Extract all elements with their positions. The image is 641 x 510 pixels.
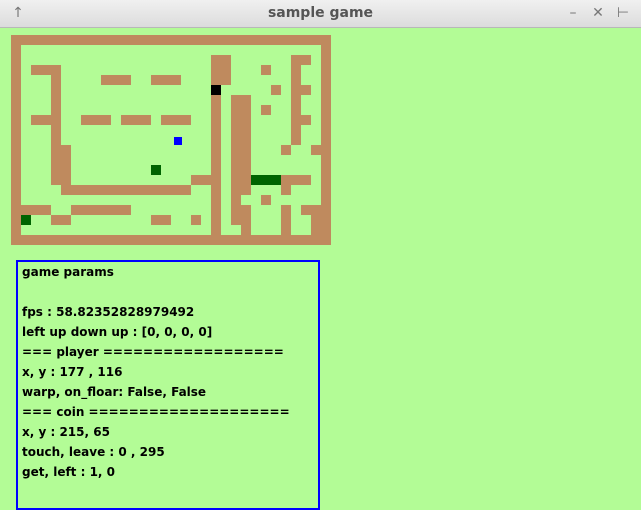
coin-section-header: === coin ==================== <box>22 405 290 419</box>
maze-wall <box>71 205 131 215</box>
maze-wall <box>291 55 301 145</box>
maze-wall <box>241 95 251 195</box>
maze-wall <box>281 205 291 235</box>
maze-wall <box>321 35 331 245</box>
maze-wall <box>281 175 291 195</box>
maze-wall <box>241 205 251 235</box>
maze-wall <box>191 215 201 225</box>
maximize-icon[interactable]: ⊢ <box>613 3 633 23</box>
player-position-readout: x, y : 177 , 116 <box>22 365 123 379</box>
game-params-panel: game params fps : 58.82352828979492 left… <box>16 260 320 510</box>
game-board[interactable] <box>11 35 332 245</box>
close-icon[interactable]: ✕ <box>588 3 608 23</box>
maze-wall <box>221 55 231 85</box>
touch-readout: touch, leave : 0 , 295 <box>22 445 165 459</box>
maze-wall <box>11 235 331 245</box>
enemy <box>211 85 221 95</box>
maze-wall <box>311 145 321 155</box>
maze-wall <box>51 215 71 225</box>
maze-wall <box>31 115 61 125</box>
maze-wall <box>121 115 151 125</box>
coin <box>251 175 281 185</box>
maze-wall <box>151 215 171 225</box>
maze-wall <box>151 75 181 85</box>
maze-wall <box>81 115 111 125</box>
coin-position-readout: x, y : 215, 65 <box>22 425 110 439</box>
maze-wall <box>101 75 131 85</box>
coin <box>151 165 161 175</box>
maze-wall <box>311 215 321 235</box>
warp-readout: warp, on_floar: False, False <box>22 385 207 399</box>
window-title: sample game <box>267 5 374 21</box>
maze-wall <box>61 185 191 195</box>
keys-readout: left up down up : [0, 0, 0, 0] <box>22 325 213 339</box>
maze-wall <box>261 195 271 205</box>
maze-wall <box>281 145 291 155</box>
maze-wall <box>271 85 281 95</box>
maze-wall <box>261 65 271 75</box>
maze-wall <box>291 85 311 95</box>
coin <box>21 215 31 225</box>
minimize-icon[interactable]: – <box>563 3 583 23</box>
get-left-readout: get, left : 1, 0 <box>22 465 115 479</box>
maze-wall <box>191 175 221 185</box>
maze-wall <box>11 35 331 45</box>
player-section-header: === player ================== <box>22 345 284 359</box>
maze-wall <box>261 105 271 115</box>
maze-wall <box>231 95 241 225</box>
maze-wall <box>161 115 191 125</box>
player <box>174 137 182 145</box>
maze-wall <box>291 115 311 125</box>
maze-wall <box>51 145 71 185</box>
window-titlebar: ↑ sample game – ✕ ⊢ <box>0 0 641 28</box>
fps-readout: fps : 58.82352828979492 <box>22 305 195 319</box>
maze-wall <box>21 205 51 215</box>
params-heading: game params <box>22 265 114 279</box>
maze-wall <box>301 205 321 215</box>
maze-wall <box>11 35 21 245</box>
